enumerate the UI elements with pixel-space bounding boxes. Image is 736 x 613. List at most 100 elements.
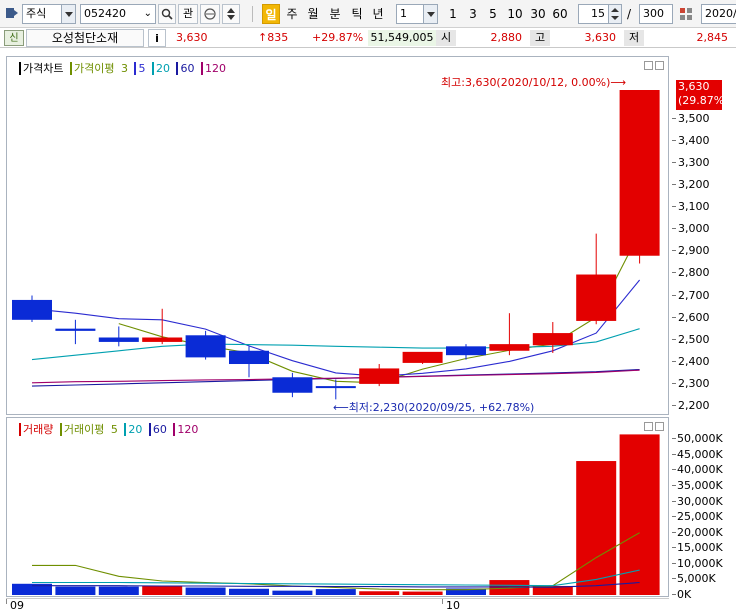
volume-bar bbox=[315, 589, 356, 595]
date-input[interactable]: 2020/ bbox=[701, 4, 736, 24]
date-value: 2020/ bbox=[705, 7, 736, 20]
quick-count-60[interactable]: 60 bbox=[549, 4, 571, 24]
volume-tick-label: 40,000K bbox=[677, 463, 723, 477]
price-tick-label: 2,400 bbox=[678, 354, 710, 368]
stock-info-row: 신 오성첨단소재 i 3,630 ↑835 +29.87% 51,549,005… bbox=[0, 28, 736, 48]
volume-bar bbox=[55, 586, 96, 595]
open-price: 2,880 bbox=[490, 31, 523, 44]
candle-body bbox=[619, 90, 660, 256]
period-week-tab[interactable]: 주 bbox=[283, 4, 301, 24]
price-tick-label: 2,600 bbox=[678, 310, 710, 324]
quick-count-5[interactable]: 5 bbox=[484, 4, 502, 24]
price-tick-mark bbox=[672, 405, 676, 406]
period-day-tab[interactable]: 일 bbox=[262, 4, 280, 24]
x-label-10: 10 bbox=[446, 599, 460, 612]
min-price-annotation: ⟵최저:2,230(2020/09/25, +62.78%) bbox=[333, 401, 535, 414]
candle-body bbox=[142, 337, 183, 342]
market-select-value: 주식 bbox=[26, 7, 47, 20]
volume-tick-label: 15,000K bbox=[677, 541, 723, 555]
price-tick-label: 3,200 bbox=[678, 178, 710, 192]
trade-volume: 51,549,005 bbox=[368, 30, 436, 46]
spin-arrows-icon bbox=[608, 5, 621, 23]
price-tick-mark bbox=[672, 139, 676, 141]
volume-tick-mark bbox=[672, 453, 676, 455]
quick-count-10[interactable]: 10 bbox=[504, 4, 526, 24]
price-change: ↑835 bbox=[258, 31, 289, 44]
volume-bar bbox=[185, 587, 226, 595]
interest-button[interactable]: 관 bbox=[178, 4, 198, 24]
chevron-down-icon bbox=[423, 5, 437, 23]
toolbar-divider bbox=[252, 6, 253, 22]
current-price-tag-value: 3,630 bbox=[678, 80, 710, 93]
price-tick-label: 3,300 bbox=[678, 155, 710, 169]
current-price-tag-pct: (29.87%) bbox=[678, 94, 729, 107]
price-tick-mark bbox=[672, 316, 676, 318]
search-button[interactable] bbox=[158, 4, 176, 24]
volume-tick-mark bbox=[672, 578, 676, 580]
stock-code-input[interactable]: 052420 ⌄ bbox=[80, 4, 156, 24]
grid-button[interactable] bbox=[676, 4, 696, 24]
price-tick-label: 2,500 bbox=[678, 332, 710, 346]
period-year-tab[interactable]: 년 bbox=[369, 4, 387, 24]
price-tick-mark bbox=[672, 184, 676, 186]
window-icon[interactable] bbox=[6, 8, 18, 18]
candle-body bbox=[185, 335, 226, 358]
price-chart-panel[interactable]: 가격차트 가격이평 3 5 20 60 120 최고:3,630(2020/10… bbox=[6, 56, 669, 415]
volume-bar bbox=[142, 585, 183, 595]
current-price: 3,630 bbox=[176, 31, 208, 44]
volume-chart-panel[interactable]: 거래량 거래이평 5 20 60 120 bbox=[6, 417, 669, 597]
period-minute-tab[interactable]: 분 bbox=[326, 4, 344, 24]
low-label: 저 bbox=[624, 30, 644, 46]
stock-stepper[interactable] bbox=[222, 4, 240, 24]
volume-bar bbox=[576, 461, 617, 595]
price-chart bbox=[12, 90, 660, 400]
price-change-pct: +29.87% bbox=[312, 31, 364, 44]
volume-bar bbox=[359, 591, 400, 595]
volume-tick-mark bbox=[672, 469, 676, 471]
chevron-down-icon: ⌄ bbox=[143, 8, 152, 19]
interval-value: 1 bbox=[400, 7, 407, 20]
stock-info-button[interactable]: i bbox=[148, 29, 166, 47]
volume-tick-mark bbox=[672, 531, 676, 533]
total-count-input[interactable]: 300 bbox=[639, 4, 673, 24]
price-tick-label: 2,900 bbox=[678, 244, 710, 258]
price-tick-mark bbox=[672, 338, 676, 340]
volume-tick-label: 45,000K bbox=[677, 447, 723, 461]
volume-tick-label: 25,000K bbox=[677, 510, 723, 524]
count-value: 15 bbox=[591, 7, 605, 20]
quick-count-1[interactable]: 1 bbox=[444, 4, 462, 24]
x-tick bbox=[6, 599, 7, 604]
volume-tick-mark bbox=[672, 562, 676, 564]
link-button[interactable] bbox=[200, 4, 220, 24]
candle-body bbox=[402, 351, 443, 363]
stock-name-field[interactable]: 오성첨단소재 bbox=[26, 29, 144, 47]
vol-ma20-line bbox=[32, 569, 640, 587]
price-ma3-line bbox=[118, 232, 641, 384]
count-stepper[interactable]: 15 bbox=[578, 4, 622, 24]
candle-body bbox=[576, 274, 617, 321]
quick-count-30[interactable]: 30 bbox=[527, 4, 549, 24]
volume-tick-label: 35,000K bbox=[677, 478, 723, 492]
price-tick-mark bbox=[672, 360, 676, 362]
interval-select[interactable]: 1 bbox=[396, 4, 438, 24]
volume-tick-mark bbox=[672, 484, 676, 486]
price-tick-mark bbox=[672, 272, 676, 274]
volume-tick-label: 30,000K bbox=[677, 494, 723, 508]
x-tick bbox=[442, 599, 443, 604]
price-ma5-line bbox=[31, 279, 641, 377]
candle-body bbox=[489, 344, 530, 351]
candle-body bbox=[229, 350, 269, 365]
volume-bar bbox=[272, 590, 313, 595]
current-price-tag: 3,630 (29.87%) bbox=[676, 80, 729, 110]
period-month-tab[interactable]: 월 bbox=[304, 4, 322, 24]
volume-bar bbox=[402, 591, 443, 595]
quick-count-3[interactable]: 3 bbox=[464, 4, 482, 24]
period-tick-tab[interactable]: 틱 bbox=[348, 4, 366, 24]
price-tick-label: 2,800 bbox=[678, 266, 710, 280]
market-select[interactable]: 주식 bbox=[22, 4, 76, 24]
volume-axis: 50,000K 45,000K 40,000K 35,000K 30,000K 25,00… bbox=[672, 417, 736, 601]
count-separator: / bbox=[627, 7, 632, 21]
candle-body bbox=[359, 368, 400, 384]
vol-ma5-line bbox=[32, 532, 640, 591]
candle-body bbox=[98, 337, 139, 342]
